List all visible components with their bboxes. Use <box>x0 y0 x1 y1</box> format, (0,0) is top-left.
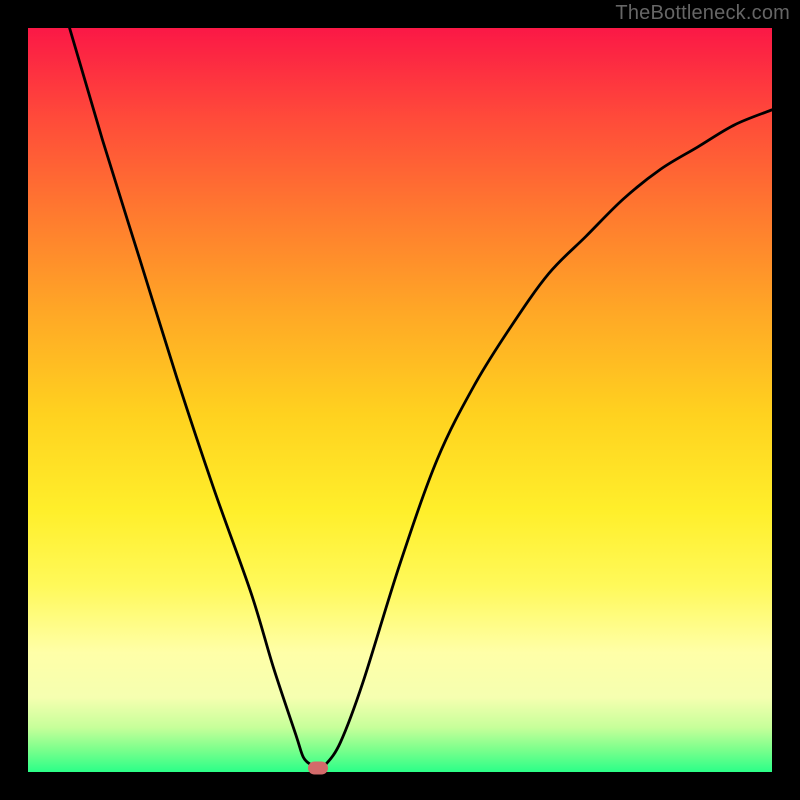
plot-area <box>28 28 772 772</box>
curve-svg <box>28 28 772 772</box>
watermark-text: TheBottleneck.com <box>615 2 790 25</box>
chart-frame: TheBottleneck.com <box>0 0 800 800</box>
optimal-point-marker <box>308 762 328 775</box>
bottleneck-curve-path <box>28 28 772 768</box>
